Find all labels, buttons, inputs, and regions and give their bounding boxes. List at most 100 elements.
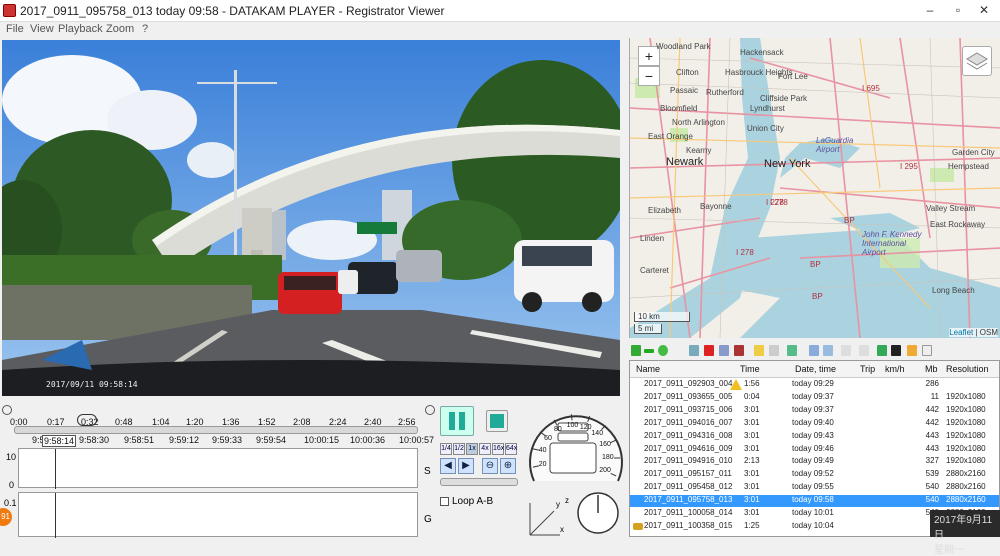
file-list-row[interactable]: 2017_0911_095157_011 3:01 today 09:52 539 28… bbox=[630, 469, 999, 481]
file-list-row[interactable]: 2017_0911_094916_010 2:13 today 09:49 327 19… bbox=[630, 456, 999, 468]
close-button[interactable]: ✕ bbox=[974, 2, 994, 19]
timeline-bottom-tick: 10:00:57 bbox=[399, 435, 435, 445]
stop-icon bbox=[490, 414, 504, 428]
gsensor-graph[interactable] bbox=[18, 492, 418, 538]
window-icon[interactable] bbox=[809, 345, 819, 356]
fullscreen-icon[interactable] bbox=[823, 345, 833, 356]
loop-ab-label: Loop A-B bbox=[452, 496, 494, 507]
speed-graph-max: 10 bbox=[6, 452, 17, 462]
menu-view[interactable]: View bbox=[30, 23, 54, 35]
leaflet-link[interactable]: Leaflet bbox=[949, 328, 973, 337]
timeline-scrollbar[interactable] bbox=[14, 426, 418, 434]
map-layers-button[interactable] bbox=[962, 46, 992, 76]
map-export-icon[interactable] bbox=[877, 345, 887, 356]
cut-icon[interactable] bbox=[769, 345, 779, 356]
copy-icon[interactable] bbox=[689, 345, 699, 356]
cell-name: 2017_0911_094316_008 bbox=[644, 430, 733, 440]
map-label: Clifton bbox=[676, 68, 699, 77]
file-list-row[interactable]: 2017_0911_093715_006 3:01 today 09:37 442 19… bbox=[630, 404, 999, 417]
file-list-row[interactable]: 2017_0911_095458_012 3:01 today 09:55 540 28… bbox=[630, 482, 999, 494]
file-list-row[interactable]: 2017_0911_094616_009 3:01 today 09:46 443 19… bbox=[630, 443, 999, 456]
minimize-button[interactable]: – bbox=[920, 2, 940, 19]
map-attribution: Leaflet | OSM bbox=[949, 328, 998, 337]
speed-4x-button[interactable]: 4x bbox=[479, 443, 491, 455]
map-label: Long Beach bbox=[932, 286, 975, 295]
zoom-in-icon[interactable] bbox=[425, 405, 435, 415]
timeline-bottom-tick: 10:00:36 bbox=[350, 435, 386, 445]
cell-mb: 539 bbox=[925, 469, 939, 479]
settings-icon[interactable] bbox=[841, 345, 851, 356]
speed-graph[interactable] bbox=[18, 448, 418, 489]
cell-date: today 09:58 bbox=[792, 495, 834, 505]
folder-icon[interactable] bbox=[907, 345, 917, 356]
menu-playback[interactable]: Playback bbox=[58, 23, 103, 35]
map-view[interactable]: + − Woodland Park Hackensack Clifton Hasbro… bbox=[629, 38, 1000, 338]
menu-zoom[interactable]: Zoom bbox=[106, 23, 134, 35]
info-icon[interactable] bbox=[859, 345, 869, 356]
zoom-in-video-button[interactable]: ⊕ bbox=[500, 458, 516, 474]
file-list-row[interactable]: 2017_0911_092903_004 1:56 today 09:29 286 bbox=[630, 379, 999, 391]
map-label: Bloomfield bbox=[660, 104, 698, 113]
speedometer-tick-label: 180 bbox=[602, 454, 614, 461]
app-window: 2017_0911_095758_013 today 09:58 - DATAK… bbox=[0, 0, 1000, 556]
file-list-row[interactable]: 2017_0911_095758_013 3:01 today 09:58 540 28… bbox=[630, 495, 999, 508]
document-icon[interactable] bbox=[922, 345, 932, 356]
refresh-icon[interactable] bbox=[658, 345, 668, 356]
cell-date: today 09:37 bbox=[792, 391, 834, 401]
delete-icon[interactable] bbox=[704, 345, 714, 356]
speedometer-tick-label: 80 bbox=[554, 426, 562, 434]
cell-mb: 540 bbox=[925, 495, 939, 505]
zoom-out-icon[interactable] bbox=[2, 405, 12, 415]
menu-file[interactable]: File bbox=[6, 23, 24, 35]
file-list-row[interactable]: 2017_0911_094316_008 3:01 today 09:43 443 19… bbox=[630, 430, 999, 443]
map-zoom-out-button[interactable]: − bbox=[638, 66, 660, 86]
video-view[interactable]: 2017/09/11 09:58:14 bbox=[2, 40, 620, 396]
volume-slider[interactable] bbox=[440, 478, 518, 486]
speed-graph-label: S bbox=[424, 466, 431, 477]
cell-name: 2017_0911_094016_007 bbox=[644, 417, 733, 427]
speedometer-tick-label: 140 bbox=[591, 430, 604, 438]
remove-icon[interactable] bbox=[644, 349, 654, 353]
film-icon[interactable] bbox=[891, 345, 901, 356]
cell-time: 3:01 bbox=[744, 495, 760, 505]
loop-ab-checkbox[interactable] bbox=[440, 496, 449, 506]
speed-1-4-button[interactable]: 1/4 bbox=[440, 443, 452, 455]
cell-name: 2017_0911_094616_009 bbox=[644, 443, 733, 453]
timeline-position-marker[interactable] bbox=[77, 414, 98, 426]
save-icon[interactable] bbox=[719, 345, 729, 356]
maximize-button[interactable]: ▫ bbox=[948, 2, 968, 19]
col-time[interactable]: Time bbox=[740, 364, 760, 374]
menu-help[interactable]: ? bbox=[142, 23, 148, 35]
file-list-header: Name Time Date, time Trip km/h Mb Resolu… bbox=[630, 361, 999, 378]
pause-button[interactable] bbox=[440, 406, 474, 436]
prev-file-button[interactable]: ◀ bbox=[440, 458, 456, 474]
file-list-row[interactable]: 2017_0911_094016_007 3:01 today 09:40 442 19… bbox=[630, 417, 999, 430]
speed-1x-button[interactable]: 1x bbox=[466, 443, 478, 455]
screenshot-icon[interactable] bbox=[787, 345, 797, 356]
cell-time: 3:01 bbox=[744, 430, 760, 440]
next-file-button[interactable]: ▶ bbox=[458, 458, 474, 474]
col-speed[interactable]: km/h bbox=[885, 364, 905, 374]
gsensor-graph-cursor bbox=[55, 493, 56, 538]
speed-64x-button[interactable]: 64x bbox=[505, 443, 517, 455]
cell-res: 2880x2160 bbox=[946, 482, 986, 492]
speed-1-2-button[interactable]: 1/2 bbox=[453, 443, 465, 455]
col-mb[interactable]: Mb bbox=[925, 364, 938, 374]
col-resolution[interactable]: Resolution bbox=[946, 364, 989, 374]
col-name[interactable]: Name bbox=[636, 364, 660, 374]
arrow-icon[interactable] bbox=[754, 345, 764, 356]
cell-time: 3:01 bbox=[744, 417, 760, 427]
file-toolbar bbox=[629, 342, 1000, 360]
speed-16x-button[interactable]: 16x bbox=[492, 443, 504, 455]
zoom-out-video-button[interactable]: ⊖ bbox=[482, 458, 498, 474]
stop-button[interactable] bbox=[486, 410, 508, 432]
col-trip[interactable]: Trip bbox=[860, 364, 875, 374]
cell-date: today 09:37 bbox=[792, 404, 834, 414]
add-icon[interactable] bbox=[631, 345, 641, 356]
speedometer-tick-label: 120 bbox=[579, 423, 592, 431]
col-date[interactable]: Date, time bbox=[795, 364, 836, 374]
export-icon[interactable] bbox=[734, 345, 744, 356]
cell-mb: 327 bbox=[925, 456, 939, 466]
file-list-row[interactable]: 2017_0911_093655_005 0:04 today 09:37 11 192… bbox=[630, 391, 999, 404]
loop-ab-toggle[interactable]: Loop A-B bbox=[440, 496, 493, 507]
